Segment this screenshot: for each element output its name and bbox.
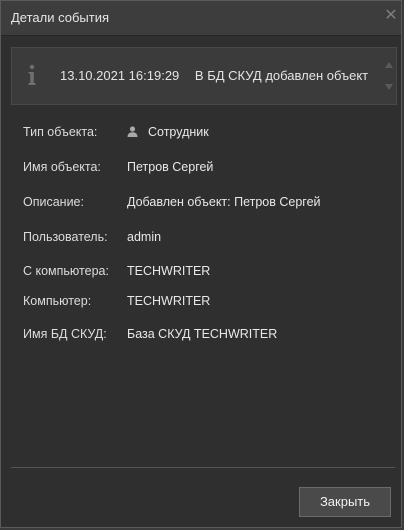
detail-value: admin (127, 230, 162, 244)
detail-value: TECHWRITER (127, 264, 211, 278)
detail-row-computer: Компьютер: TECHWRITER (23, 294, 210, 312)
detail-value-text: Сотрудник (148, 125, 209, 139)
detail-value: TECHWRITER (127, 294, 211, 308)
detail-label: С компьютера: (23, 264, 109, 278)
detail-row-user: Пользователь: admin (23, 230, 161, 248)
footer-divider (11, 467, 395, 468)
detail-row-db-name: Имя БД СКУД: База СКУД TECHWRITER (23, 327, 277, 345)
event-summary-panel: 13.10.2021 16:19:29 В БД СКУД добавлен о… (11, 47, 397, 105)
detail-row-from-computer: С компьютера: TECHWRITER (23, 264, 210, 282)
detail-value: Петров Сергей (127, 160, 214, 174)
detail-label: Имя объекта: (23, 160, 101, 174)
event-details-dialog: Детали события ✕ 13.10.2021 16:19:29 В Б… (0, 0, 402, 528)
detail-label: Описание: (23, 195, 84, 209)
event-summary: 13.10.2021 16:19:29 В БД СКУД добавлен о… (60, 68, 368, 83)
detail-row-object-type: Тип объекта: Сотрудник (23, 125, 209, 143)
detail-value: Добавлен объект: Петров Сергей (127, 195, 321, 209)
detail-value: Сотрудник (127, 125, 209, 139)
info-icon (28, 64, 36, 85)
detail-row-description: Описание: Добавлен объект: Петров Сергей (23, 195, 321, 213)
close-button[interactable]: Закрыть (299, 487, 391, 517)
detail-label: Тип объекта: (23, 125, 98, 139)
window-title: Детали события (11, 10, 110, 25)
detail-label: Имя БД СКУД: (23, 327, 107, 341)
scroll-arrows-icon[interactable] (384, 60, 394, 94)
detail-label: Пользователь: (23, 230, 108, 244)
titlebar: Детали события ✕ (1, 1, 401, 36)
user-icon (127, 126, 138, 137)
detail-label: Компьютер: (23, 294, 92, 308)
event-timestamp: 13.10.2021 16:19:29 (60, 68, 180, 83)
detail-value: База СКУД TECHWRITER (127, 327, 278, 341)
close-icon[interactable]: ✕ (383, 8, 399, 24)
detail-row-object-name: Имя объекта: Петров Сергей (23, 160, 213, 178)
event-message: В БД СКУД добавлен объект (194, 68, 369, 83)
